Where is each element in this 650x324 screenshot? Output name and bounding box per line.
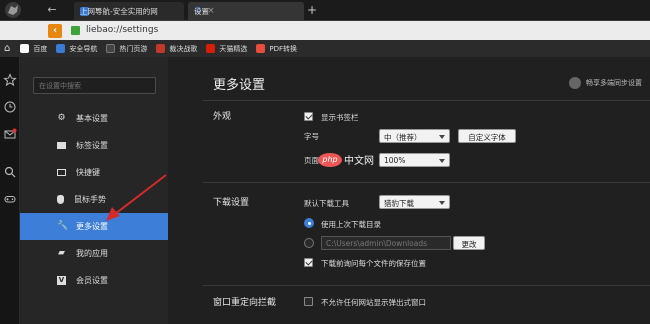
pdf-icon <box>256 44 266 53</box>
ask-save-location-label: 下载前询问每个文件的保存位置 <box>321 259 426 268</box>
tmall-icon <box>206 44 216 53</box>
gamepad-icon[interactable] <box>3 192 17 206</box>
show-bookmarks-checkbox[interactable] <box>304 112 313 121</box>
bookmark-safe-nav[interactable]: 安全导航 <box>56 44 97 54</box>
chevron-down-icon <box>439 201 445 205</box>
tab-back-icon[interactable]: ← <box>46 4 58 16</box>
settings-sidebar: ⚙ 基本设置 标签设置 快捷键 鼠标手势 🔧 更多设置 ▰ 我的应用 V 会员设… <box>20 57 168 324</box>
sidebar-item-label: 会员设置 <box>76 276 108 285</box>
game-icon <box>106 44 116 53</box>
tab-label: 上网导航-安全实用的网 <box>80 6 158 16</box>
change-dir-button[interactable]: 更改 <box>453 236 485 250</box>
bookmark-label: 裁决战歌 <box>169 44 198 53</box>
zoom-select[interactable]: 100% <box>379 153 450 167</box>
chevron-down-icon <box>439 159 445 163</box>
divider <box>203 182 650 183</box>
bookmark-baidu[interactable]: 百度 <box>20 44 47 54</box>
sidebar-item-label: 我的应用 <box>76 249 108 258</box>
section-appearance: 外观 <box>213 112 232 122</box>
sidebar-item-basic[interactable]: ⚙ 基本设置 <box>20 105 168 132</box>
paw-icon <box>20 44 30 53</box>
sidebar-item-more-settings[interactable]: 🔧 更多设置 <box>20 213 168 240</box>
bookmark-label: 百度 <box>33 44 48 53</box>
ask-save-location-checkbox[interactable] <box>304 258 313 267</box>
bookmark-tmall[interactable]: 天猫精选 <box>206 44 247 54</box>
sidebar-item-label: 鼠标手势 <box>74 195 106 204</box>
star-icon[interactable] <box>3 73 17 87</box>
new-tab-button[interactable]: + <box>307 2 317 18</box>
vip-icon: V <box>57 276 66 285</box>
tab-label: 设置 <box>194 6 209 16</box>
bookmark-label: 安全导航 <box>69 44 98 53</box>
divider <box>203 285 650 286</box>
wrench-icon: 🔧 <box>57 221 69 231</box>
sword-icon <box>156 44 166 53</box>
page-title: 更多设置 <box>213 78 266 93</box>
cheetah-logo-icon[interactable] <box>2 0 24 20</box>
sidebar-item-label: 更多设置 <box>76 222 108 231</box>
custom-dir-radio[interactable] <box>304 238 314 248</box>
bookmark-label: 天猫精选 <box>219 44 248 53</box>
section-download: 下载设置 <box>213 198 250 208</box>
history-clock-icon[interactable] <box>3 100 17 114</box>
keyboard-icon <box>57 169 66 176</box>
back-button[interactable]: ‹ <box>48 24 62 38</box>
download-path-input[interactable]: C:\Users\admin\Downloads <box>321 236 451 250</box>
bookmark-pdf[interactable]: PDF转换 <box>256 44 297 54</box>
block-popups-checkbox[interactable] <box>304 297 313 306</box>
zoom-label: 页面缩放 <box>304 156 334 165</box>
download-tool-select[interactable]: 猎豹下载 <box>379 195 450 209</box>
sync-label: 畅享多端同步设置 <box>586 79 642 87</box>
sidebar-item-vip[interactable]: V 会员设置 <box>20 267 168 294</box>
sidebar-item-mouse-gesture[interactable]: 鼠标手势 <box>20 186 168 213</box>
user-avatar-icon <box>569 77 581 89</box>
bookmark-label: PDF转换 <box>269 44 297 53</box>
font-size-label: 字号 <box>304 132 319 141</box>
use-last-dir-label: 使用上次下载目录 <box>321 220 381 229</box>
download-tool-value: 猎豹下载 <box>384 199 414 208</box>
default-download-tool-label: 默认下载工具 <box>304 199 349 208</box>
tab-strip: ← 上网导航-安全实用的网 × ⚙ 设置 × + <box>0 0 650 20</box>
use-last-dir-radio[interactable] <box>304 218 314 228</box>
sidebar-item-tabs[interactable]: 标签设置 <box>20 132 168 159</box>
font-size-value: 中（推荐） <box>384 133 422 142</box>
search-icon[interactable] <box>3 165 17 179</box>
zoom-value: 100% <box>384 156 406 165</box>
show-bookmarks-label: 显示书签栏 <box>321 113 359 122</box>
settings-search-input[interactable] <box>33 77 156 94</box>
sidebar-item-label: 快捷键 <box>76 168 100 177</box>
sidebar-item-label: 基本设置 <box>76 114 108 123</box>
divider <box>203 100 650 101</box>
bookmark-games[interactable]: 热门页游 <box>106 44 147 54</box>
secure-page-icon <box>71 26 80 35</box>
sync-settings-link[interactable]: 畅享多端同步设置 <box>569 77 642 89</box>
custom-font-button[interactable]: 自定义字体 <box>458 129 516 143</box>
bookmarks-bar: ⌂ 百度 安全导航 热门页游 裁决战歌 天猫精选 PDF转换 <box>0 40 650 57</box>
apps-icon: ▰ <box>58 248 65 258</box>
mail-icon[interactable] <box>3 127 17 141</box>
font-size-select[interactable]: 中（推荐） <box>379 129 450 143</box>
shield-icon <box>56 44 66 53</box>
tab-settings[interactable]: ⚙ 设置 × <box>188 2 304 20</box>
bookmark-label: 热门页游 <box>119 44 148 53</box>
gear-icon: ⚙ <box>57 113 66 123</box>
bookmark-zhange[interactable]: 裁决战歌 <box>156 44 197 54</box>
block-popups-label: 不允许任何网站显示弹出式窗口 <box>321 298 426 307</box>
tab-navigation[interactable]: 上网导航-安全实用的网 × <box>74 2 184 20</box>
chevron-down-icon <box>439 135 445 139</box>
url-field[interactable]: liebao://settings <box>86 25 158 35</box>
sidebar-item-shortcuts[interactable]: 快捷键 <box>20 159 168 186</box>
mouse-icon <box>57 195 64 204</box>
section-popup-blocking: 窗口重定向拦截 <box>213 298 277 308</box>
sidebar-item-my-apps[interactable]: ▰ 我的应用 <box>20 240 168 267</box>
tab-icon <box>57 142 66 149</box>
home-icon[interactable]: ⌂ <box>4 43 10 54</box>
settings-main: 更多设置 畅享多端同步设置 外观 显示书签栏 字号 中（推荐） 自定义字体 页面… <box>168 57 650 324</box>
sidebar-item-label: 标签设置 <box>76 141 108 150</box>
side-rail <box>0 57 20 324</box>
address-bar: ‹ liebao://settings <box>0 20 650 40</box>
